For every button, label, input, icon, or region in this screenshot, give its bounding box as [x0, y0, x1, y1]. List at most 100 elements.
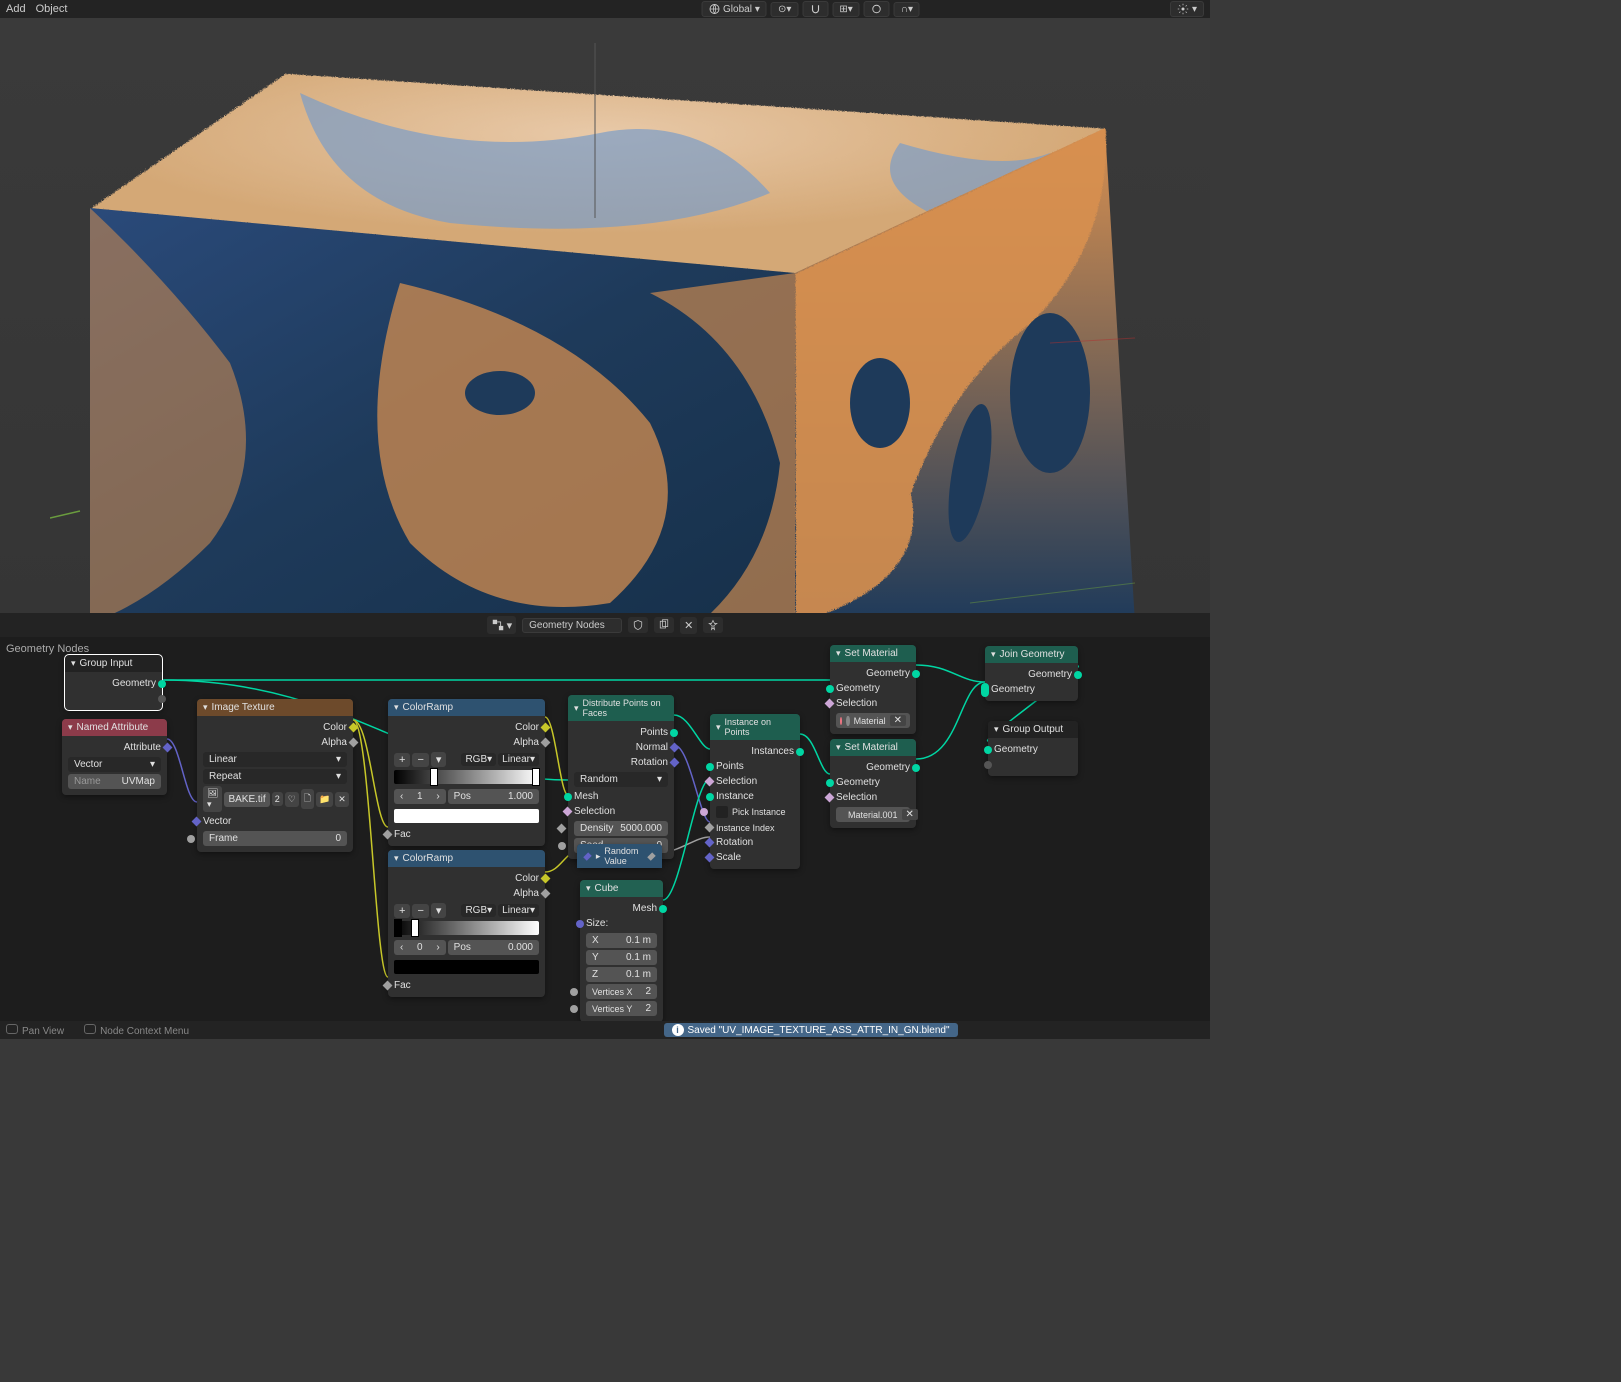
- node-header[interactable]: ▾Set Material: [830, 739, 916, 756]
- socket-geometry-out[interactable]: [912, 764, 920, 772]
- tools-dropdown[interactable]: ▾: [431, 752, 447, 767]
- add-stop-button[interactable]: +: [394, 753, 410, 767]
- socket-fac-in[interactable]: [383, 830, 393, 840]
- node-header[interactable]: ▾Image Texture: [197, 699, 353, 716]
- node-colorramp-2[interactable]: ▾ColorRamp Color Alpha + − ▾ RGB ▾ Linea…: [388, 850, 545, 997]
- node-group-output[interactable]: ▾Group Output Geometry: [988, 721, 1078, 776]
- stop-pos-field[interactable]: Pos1.000: [448, 789, 539, 804]
- open-button[interactable]: 📁: [316, 792, 333, 807]
- verts-x-field[interactable]: Vertices X2: [586, 984, 657, 999]
- stop-index-field[interactable]: ‹0›: [394, 940, 446, 955]
- stop-index-field[interactable]: ‹1›: [394, 789, 446, 804]
- node-header[interactable]: ▾Set Material: [830, 645, 916, 662]
- socket-selection-in[interactable]: [563, 807, 573, 817]
- pin-button[interactable]: [628, 617, 648, 633]
- nodetree-name[interactable]: Geometry Nodes: [522, 618, 622, 633]
- socket-geometry-in[interactable]: [984, 746, 992, 754]
- socket-instances-out[interactable]: [796, 748, 804, 756]
- add-stop-button[interactable]: +: [394, 904, 410, 918]
- node-join-geometry[interactable]: ▾Join Geometry Geometry Geometry: [985, 646, 1078, 701]
- socket-alpha-out[interactable]: [541, 738, 551, 748]
- mode-dropdown[interactable]: RGB ▾: [461, 753, 496, 766]
- menu-add[interactable]: Add: [6, 3, 26, 15]
- node-named-attribute[interactable]: ▾Named Attribute Attribute Vector▾ NameU…: [62, 719, 167, 795]
- ramp-stop-1[interactable]: [394, 919, 402, 937]
- socket-seed-in[interactable]: [558, 842, 566, 850]
- node-instance-on-points[interactable]: ▾Instance on Points Instances Points Sel…: [710, 714, 800, 869]
- socket-mesh-in[interactable]: [564, 793, 572, 801]
- socket-selection-in[interactable]: [825, 793, 835, 803]
- proportional-dropdown[interactable]: ∩▾: [894, 2, 920, 17]
- socket-frame-in[interactable]: [187, 835, 195, 843]
- node-image-texture[interactable]: ▾Image Texture Color Alpha Linear▾ Repea…: [197, 699, 353, 852]
- socket-geometry-in[interactable]: [826, 685, 834, 693]
- ramp-stop-1[interactable]: [430, 768, 438, 786]
- socket-normal-out[interactable]: [670, 743, 680, 753]
- node-random-value[interactable]: ▸ Random Value: [577, 844, 662, 868]
- material-field[interactable]: Material✕: [836, 713, 910, 728]
- image-name-field[interactable]: BAKE.tif: [224, 792, 269, 807]
- node-editor[interactable]: Geometry Nodes ▾Group Input: [0, 637, 1210, 1021]
- snap-toggle[interactable]: [802, 1, 828, 17]
- socket-vector-in[interactable]: [192, 817, 202, 827]
- socket-vy-in[interactable]: [570, 1005, 578, 1013]
- socket-rotation-out[interactable]: [670, 758, 680, 768]
- socket-selection-in[interactable]: [705, 777, 715, 787]
- socket-points-in[interactable]: [706, 763, 714, 771]
- node-header[interactable]: ▾ColorRamp: [388, 699, 545, 716]
- socket-alpha-out[interactable]: [349, 738, 359, 748]
- colorramp-gradient[interactable]: [394, 770, 539, 784]
- socket-size-in[interactable]: [576, 920, 584, 928]
- tools-dropdown[interactable]: ▾: [431, 903, 447, 918]
- type-dropdown[interactable]: Vector▾: [68, 757, 161, 772]
- socket-geometry-out[interactable]: [912, 670, 920, 678]
- node-header[interactable]: ▾Group Output: [988, 721, 1078, 738]
- colorramp-gradient[interactable]: [394, 921, 539, 935]
- pivot-dropdown[interactable]: ⊙▾: [771, 2, 798, 17]
- socket-vx-in[interactable]: [570, 988, 578, 996]
- users-count[interactable]: 2: [272, 792, 283, 806]
- socket-points-out[interactable]: [670, 729, 678, 737]
- mode-dropdown[interactable]: RGB ▾: [461, 904, 496, 917]
- socket-geometry-out[interactable]: [158, 680, 166, 688]
- socket-out[interactable]: [647, 852, 655, 860]
- node-header[interactable]: ▾Named Attribute: [62, 719, 167, 736]
- clear-button[interactable]: ✕: [902, 809, 918, 820]
- node-browse-icon[interactable]: ▾: [487, 616, 517, 634]
- copy-button[interactable]: [654, 617, 674, 633]
- socket-mesh-out[interactable]: [659, 905, 667, 913]
- new-button[interactable]: 🗋: [301, 789, 314, 809]
- orientation-dropdown[interactable]: Global ▾: [701, 1, 767, 17]
- socket-instance-in[interactable]: [706, 793, 714, 801]
- socket-selection-in[interactable]: [825, 699, 835, 709]
- stop-pos-field[interactable]: Pos0.000: [448, 940, 539, 955]
- ramp-stop-2[interactable]: [532, 768, 540, 786]
- proportional-toggle[interactable]: [864, 1, 890, 17]
- socket-alpha-out[interactable]: [541, 889, 551, 899]
- node-set-material-2[interactable]: ▾Set Material Geometry Geometry Selectio…: [830, 739, 916, 828]
- node-header[interactable]: ▾Instance on Points: [710, 714, 800, 740]
- node-cube[interactable]: ▾Cube Mesh Size: X0.1 m Y0.1 m Z0.1 m Ve…: [580, 880, 663, 1021]
- extension-dropdown[interactable]: Repeat▾: [203, 769, 347, 784]
- socket-geometry-in[interactable]: [981, 683, 989, 697]
- socket-fac-in[interactable]: [383, 981, 393, 991]
- size-x-field[interactable]: X0.1 m: [586, 933, 657, 948]
- interp-dropdown[interactable]: Linear ▾: [498, 753, 539, 766]
- interp-dropdown[interactable]: Linear ▾: [498, 904, 539, 917]
- node-header[interactable]: ▾Join Geometry: [985, 646, 1078, 663]
- socket-color-out[interactable]: [541, 723, 551, 733]
- socket-rotation-in[interactable]: [705, 838, 715, 848]
- density-field[interactable]: Density5000.000: [574, 821, 668, 836]
- node-colorramp-1[interactable]: ▾ColorRamp Color Alpha + − ▾ RGB ▾ Linea…: [388, 699, 545, 846]
- remove-stop-button[interactable]: −: [412, 904, 428, 918]
- socket-empty-in[interactable]: [984, 761, 992, 769]
- method-dropdown[interactable]: Random▾: [574, 772, 668, 787]
- menu-object[interactable]: Object: [36, 3, 68, 15]
- frame-field[interactable]: Frame0: [203, 831, 347, 846]
- pick-instance-checkbox[interactable]: [716, 806, 728, 818]
- node-header[interactable]: ▾ColorRamp: [388, 850, 545, 867]
- node-distribute-points[interactable]: ▾Distribute Points on Faces Points Norma…: [568, 695, 674, 859]
- stop-color-swatch[interactable]: [394, 960, 539, 974]
- socket-in[interactable]: [583, 852, 591, 860]
- remove-stop-button[interactable]: −: [412, 753, 428, 767]
